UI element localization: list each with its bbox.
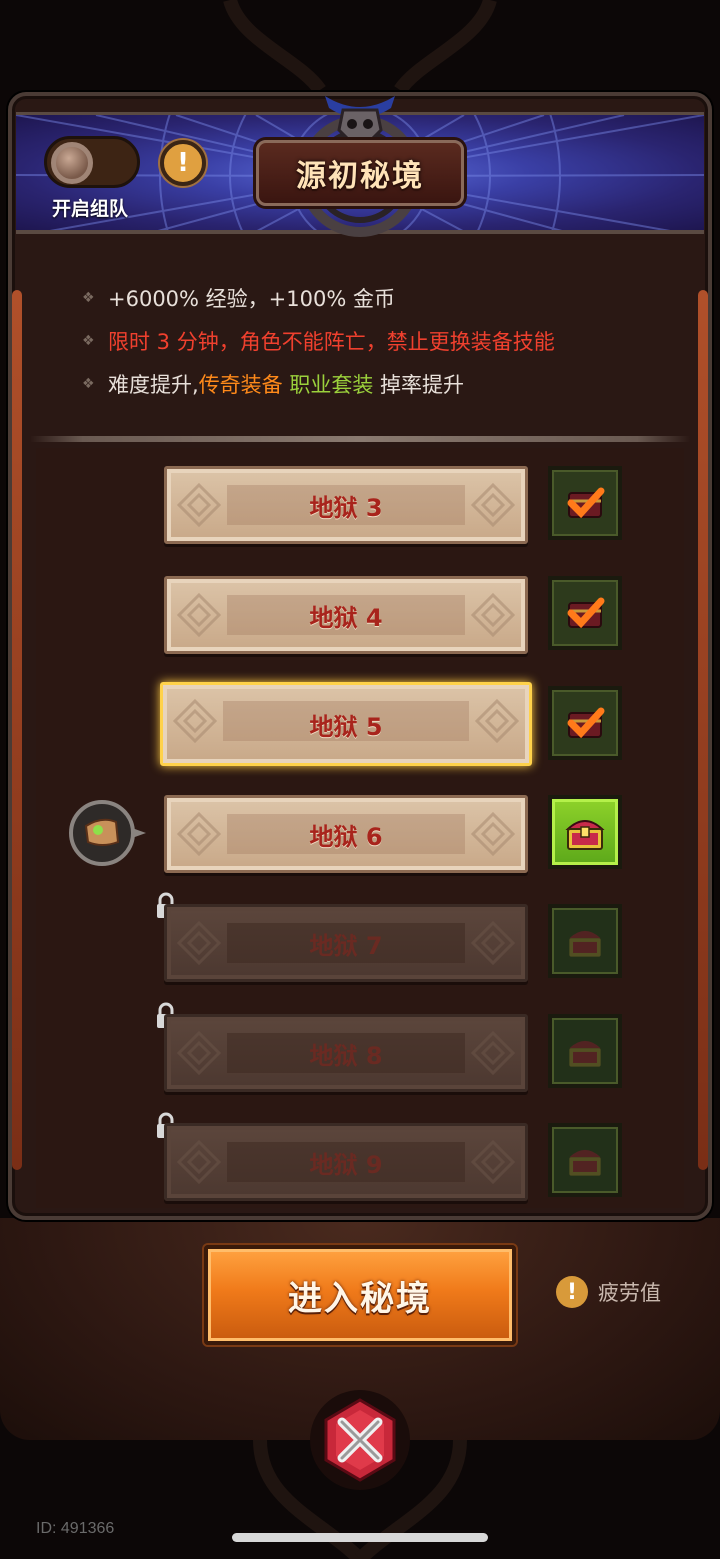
level-label: 地狱 4 (309, 603, 383, 632)
rule-text: 掉率提升 (373, 372, 465, 397)
level-label: 地狱 8 (309, 1041, 383, 1070)
reward-chest-available[interactable] (548, 795, 622, 869)
treasure-chest-icon (569, 1040, 601, 1067)
level-label: 地狱 3 (309, 493, 383, 522)
treasure-chest-icon (565, 820, 605, 850)
claimed-chest-icon (567, 597, 605, 629)
close-icon[interactable] (308, 1388, 412, 1492)
class-set-text: 职业套装 (289, 372, 374, 397)
knot-pattern-icon (177, 593, 221, 637)
reward-chest-locked[interactable] (548, 904, 622, 978)
diamond-bullet-icon: ❖ (82, 375, 95, 392)
enter-dungeon-button[interactable]: 进入秘境 (204, 1245, 516, 1345)
reward-chest-locked[interactable] (548, 1014, 622, 1088)
rule-item: ❖ +6000% 经验，+100% 金币 (82, 276, 662, 319)
knot-pattern-icon (177, 1140, 221, 1184)
reward-chest-claimed[interactable] (548, 686, 622, 760)
knot-pattern-icon (475, 699, 519, 743)
claimed-chest-icon (567, 707, 605, 739)
left-rail (12, 290, 22, 1170)
reward-chest-claimed[interactable] (548, 466, 622, 540)
player-id: ID: 491366 (36, 1520, 115, 1537)
level-button-hell-5[interactable]: 地狱 5 (160, 682, 532, 766)
claimed-chest-icon (567, 487, 605, 519)
knot-pattern-icon (471, 812, 515, 856)
team-toggle-label: 开启组队 (52, 198, 129, 220)
home-indicator[interactable] (232, 1533, 488, 1542)
rule-item: ❖ 难度提升, 传奇装备 职业套装 掉率提升 (82, 362, 662, 405)
rule-item: ❖ 限时 3 分钟，角色不能阵亡，禁止更换装备技能 (82, 319, 662, 362)
level-button-hell-7[interactable]: 地狱 7 (164, 904, 528, 982)
rules-list: ❖ +6000% 经验，+100% 金币 ❖ 限时 3 分钟，角色不能阵亡，禁止… (82, 276, 662, 405)
knot-pattern-icon (177, 921, 221, 965)
level-button-hell-3[interactable]: 地狱 3 (164, 466, 528, 544)
level-button-hell-8[interactable]: 地狱 8 (164, 1014, 528, 1092)
level-button-hell-9[interactable]: 地狱 9 (164, 1123, 528, 1201)
right-rail (698, 290, 708, 1170)
treasure-chest-icon (569, 1149, 601, 1176)
page-title-plate: 源初秘境 (256, 140, 464, 206)
divider (30, 436, 690, 442)
treasure-chest-icon (569, 930, 601, 957)
reward-chest-claimed[interactable] (548, 576, 622, 650)
knot-pattern-icon (177, 483, 221, 527)
fatigue-label: 疲劳值 (598, 1281, 661, 1305)
knot-pattern-icon (471, 483, 515, 527)
level-label: 地狱 9 (309, 1150, 383, 1179)
level-label: 地狱 6 (309, 822, 383, 851)
fatigue-info[interactable]: ! 疲劳值 (556, 1276, 661, 1308)
knot-pattern-icon (177, 1031, 221, 1075)
level-button-hell-4[interactable]: 地狱 4 (164, 576, 528, 654)
warning-icon: ! (556, 1276, 588, 1308)
page-title: 源初秘境 (296, 159, 424, 194)
rule-text: +6000% 经验，+100% 金币 (108, 286, 395, 311)
level-label: 地狱 7 (309, 931, 383, 960)
diamond-bullet-icon: ❖ (82, 289, 95, 306)
enter-dungeon-label: 进入秘境 (288, 1278, 432, 1319)
legendary-gear-text: 传奇装备 (198, 372, 290, 397)
rule-text: 限时 3 分钟，角色不能阵亡，禁止更换装备技能 (108, 329, 555, 354)
level-button-hell-6[interactable]: 地狱 6 (164, 795, 528, 873)
current-progress-scroll-icon (69, 800, 146, 866)
info-icon[interactable]: ! (160, 140, 206, 186)
knot-pattern-icon (177, 812, 221, 856)
toggle-knob (51, 142, 93, 184)
diamond-bullet-icon: ❖ (82, 332, 95, 349)
rule-text: 难度提升, (108, 372, 199, 397)
knot-pattern-icon (173, 699, 217, 743)
team-toggle[interactable] (44, 136, 140, 188)
knot-pattern-icon (471, 1031, 515, 1075)
knot-pattern-icon (471, 593, 515, 637)
knot-pattern-icon (471, 921, 515, 965)
knot-pattern-icon (471, 1140, 515, 1184)
reward-chest-locked[interactable] (548, 1123, 622, 1197)
level-label: 地狱 5 (309, 712, 383, 741)
